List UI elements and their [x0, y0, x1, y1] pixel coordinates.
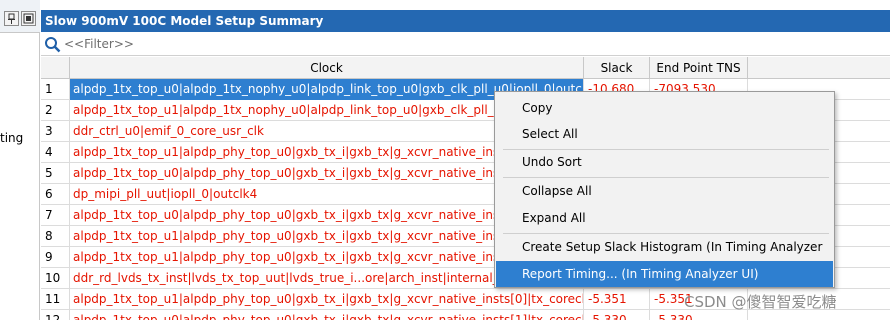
row-index: 8 [41, 226, 70, 247]
clock-name: alpdp_1tx_top_u0|alpdp_phy_top_u0|gxb_tx… [70, 310, 584, 320]
search-icon[interactable] [44, 36, 61, 56]
row-index: 3 [41, 121, 70, 142]
menu-item-collapse-all[interactable]: Collapse All [496, 178, 833, 204]
left-panel-partial-text: ting [0, 131, 24, 145]
row-index: 2 [41, 100, 70, 121]
row-index: 5 [41, 163, 70, 184]
menu-item-create-histogram[interactable]: Create Setup Slack Histogram (In Timing … [496, 234, 833, 280]
row-index: 10 [41, 268, 70, 289]
table-header: Clock Slack End Point TNS [41, 57, 890, 79]
menu-item-report-timing[interactable]: Report Timing... (In Timing Analyzer UI) [496, 261, 833, 287]
row-index: 9 [41, 247, 70, 268]
menu-item-expand-all[interactable]: Expand All [496, 205, 833, 231]
row-index: 6 [41, 184, 70, 205]
filter-bar[interactable]: <<Filter>> [41, 33, 890, 56]
panel-toolbar [0, 0, 40, 33]
column-header-clock[interactable]: Clock [70, 57, 584, 79]
slack-value: -5.330 [584, 310, 650, 320]
column-header-slack[interactable]: Slack [584, 57, 650, 79]
slack-value: -5.351 [584, 289, 650, 310]
watermark: CSDN @傻智智爱吃糖 [684, 293, 837, 311]
float-window-icon[interactable] [21, 11, 36, 26]
row-index: 11 [41, 289, 70, 310]
column-header-tns[interactable]: End Point TNS [650, 57, 748, 79]
menu-item-undo-sort[interactable]: Undo Sort [496, 149, 833, 175]
clock-name: alpdp_1tx_top_u1|alpdp_phy_top_u0|gxb_tx… [70, 289, 584, 310]
menu-item-select-all[interactable]: Select All [496, 121, 833, 147]
filter-input[interactable]: <<Filter>> [64, 37, 134, 51]
panel-title: Slow 900mV 100C Model Setup Summary [41, 10, 890, 32]
context-menu: Copy Select All Undo Sort Collapse All E… [494, 91, 835, 288]
column-header-index[interactable] [41, 57, 70, 79]
row-index: 1 [41, 79, 70, 100]
row-index: 12 [41, 310, 70, 320]
pin-icon[interactable] [4, 11, 19, 26]
left-panel: ting [0, 0, 40, 320]
menu-item-copy[interactable]: Copy [496, 95, 833, 121]
row-index: 7 [41, 205, 70, 226]
row-index: 4 [41, 142, 70, 163]
